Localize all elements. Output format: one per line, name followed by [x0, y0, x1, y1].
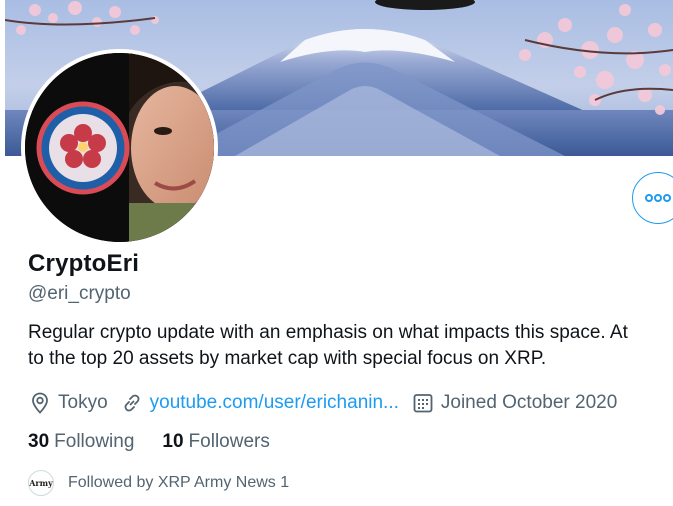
user-handle: @eri_crypto [28, 283, 131, 304]
bio-line: Regular crypto update with an emphasis o… [28, 322, 628, 343]
followers-count: 10 [162, 431, 184, 452]
avatar-image [25, 53, 214, 242]
following-link[interactable]: 30 Following [28, 431, 134, 453]
follow-counts: 30 Following 10 Followers [28, 431, 298, 453]
calendar-icon [411, 391, 435, 415]
followed-by[interactable]: Army Followed by XRP Army News 1 [28, 470, 289, 496]
joined-text: Joined October 2020 [440, 392, 618, 413]
followed-by-text: Followed by XRP Army News 1 [68, 474, 290, 491]
location-text: Tokyo [58, 392, 108, 413]
followers-label: Followers [188, 431, 270, 452]
bio-line: to the top 20 assets by market cap with … [28, 348, 547, 369]
location-pin-icon [28, 391, 52, 415]
website-link[interactable]: youtube.com/user/erichanin... [150, 392, 399, 414]
profile-meta: Tokyo youtube.com/user/erichanin... Join… [28, 389, 629, 417]
following-label: Following [54, 431, 135, 452]
follower-avatar: Army [28, 470, 54, 496]
followers-link[interactable]: 10 Followers [162, 431, 269, 453]
bio: Regular crypto update with an emphasis o… [28, 320, 673, 372]
profile-avatar[interactable] [21, 49, 218, 246]
website: youtube.com/user/erichanin... [120, 391, 399, 415]
following-count: 30 [28, 431, 50, 452]
joined-date: Joined October 2020 [411, 391, 617, 415]
follower-avatar-text: Army [29, 478, 53, 488]
location: Tokyo [28, 391, 108, 415]
more-horizontal-icon [645, 189, 671, 207]
more-options-button[interactable] [632, 172, 673, 224]
link-icon [120, 391, 144, 415]
display-name: CryptoEri [28, 250, 140, 277]
